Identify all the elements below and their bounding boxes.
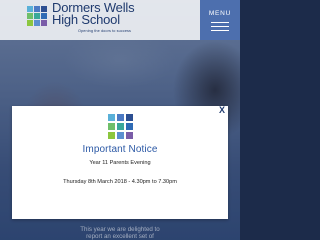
intro-line2: report an excellent set of	[86, 233, 154, 240]
menu-button[interactable]: MENU	[200, 0, 240, 40]
notice-subtitle: Year 11 Parents Evening	[89, 160, 151, 166]
important-notice-modal: X Important Notice Year 11 Parents Eveni…	[12, 105, 228, 219]
school-name[interactable]: Dormers Wells High School	[52, 1, 202, 27]
menu-label: MENU	[208, 10, 232, 17]
close-button[interactable]: X	[219, 105, 225, 115]
school-name-line2: High School	[52, 12, 120, 27]
notice-date: Thursday 8th March 2018 - 4.30pm to 7.30…	[63, 179, 177, 185]
school-tagline: Opening the doors to success	[78, 29, 132, 33]
school-logo-icon[interactable]	[27, 6, 48, 27]
site-header: Dormers Wells High School Opening the do…	[0, 0, 240, 40]
intro-text: This year we are delighted to report an …	[0, 226, 240, 240]
school-logo-icon-modal	[108, 114, 134, 140]
notice-title: Important Notice	[82, 144, 158, 155]
intro-line1: This year we are delighted to	[80, 226, 160, 233]
hamburger-icon	[211, 22, 229, 32]
